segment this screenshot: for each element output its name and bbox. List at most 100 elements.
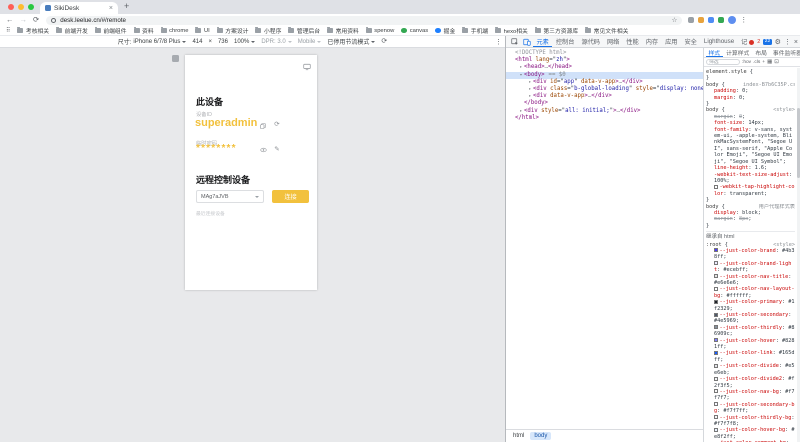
extension-icon[interactable]	[688, 17, 694, 23]
back-icon[interactable]: ←	[6, 16, 14, 24]
bookmark-item[interactable]: 掘金	[435, 26, 455, 35]
refresh-id-icon[interactable]: ⟳	[273, 121, 281, 129]
css-property[interactable]: --just-color-secondary-bg: #f7f7ff;	[706, 402, 795, 415]
dom-tree-row[interactable]: </body>	[506, 100, 703, 107]
dom-tree-row[interactable]: ▾<body>== $0	[506, 72, 703, 79]
color-swatch[interactable]	[714, 389, 718, 393]
styles-tab[interactable]: 事件监听器	[770, 48, 800, 58]
css-property[interactable]: --just-color-primary: #1f2329;	[706, 299, 795, 312]
color-swatch[interactable]	[714, 300, 718, 304]
css-property[interactable]: --just-color-brand: #4b38ff;	[706, 248, 795, 261]
color-swatch[interactable]	[714, 415, 718, 419]
devtools-tab[interactable]: 网络	[604, 36, 623, 48]
css-property[interactable]: --just-color-nav-title: #e6e6e6;	[706, 274, 795, 287]
bookmark-item[interactable]: 考核相关	[17, 26, 49, 35]
styles-filter-input[interactable]	[706, 59, 740, 66]
gear-icon[interactable]: ⚙	[775, 39, 781, 46]
device-select[interactable]: 尺寸: iPhone 6/7/8 Plus	[118, 37, 187, 46]
bookmark-item[interactable]: 管理后台	[288, 26, 320, 35]
url-text[interactable]: desk.leelue.cn/#/remote	[60, 17, 667, 24]
dom-tree-row[interactable]: ▸<head>…</head>	[506, 64, 703, 71]
css-property[interactable]: --just-color-divide: #e5e6eb;	[706, 363, 795, 376]
styles-tab[interactable]: 计算样式	[724, 48, 752, 58]
tab-close-icon[interactable]: ×	[109, 5, 113, 12]
css-property[interactable]: --just-color-brand-light: #ecebff;	[706, 261, 795, 274]
color-swatch[interactable]	[714, 377, 718, 381]
breadcrumb-html[interactable]: html	[509, 432, 528, 440]
floating-widget[interactable]	[172, 55, 179, 62]
bookmark-item[interactable]: spenow	[366, 28, 394, 34]
devtools-tab[interactable]: 内存	[642, 36, 661, 48]
color-swatch[interactable]	[714, 287, 718, 291]
bookmark-item[interactable]: 第三方资源库	[535, 26, 578, 35]
site-info-icon[interactable]	[51, 18, 56, 23]
extension-icon[interactable]	[708, 17, 714, 23]
color-swatch[interactable]	[714, 428, 718, 432]
css-property[interactable]: --just-color-nav-bg: #f7f7f7;	[706, 389, 795, 402]
hover-toggle[interactable]: :hov	[742, 60, 751, 65]
monitor-icon[interactable]	[303, 63, 311, 71]
dom-tree-row[interactable]: ▸<div style="all: initial;">…</div>	[506, 108, 703, 115]
browser-tab[interactable]: SikiDesk ×	[40, 2, 118, 14]
styles-tab[interactable]: 布局	[753, 48, 770, 58]
bookmark-item[interactable]: canvas	[401, 28, 428, 34]
rotate-icon[interactable]: ⟳	[381, 38, 387, 45]
dom-tree-row[interactable]: ▸<div class="b-global-loading" style="di…	[506, 86, 703, 93]
bookmark-item[interactable]: 小程序	[255, 26, 281, 35]
dom-tree-row[interactable]: ▸<div id="app" data-v-app>…</div>	[506, 79, 703, 86]
color-swatch[interactable]	[714, 274, 718, 278]
close-window-button[interactable]	[8, 4, 14, 10]
devtools-tab[interactable]: 性能	[623, 36, 642, 48]
grid-icon[interactable]: ▦	[767, 59, 772, 65]
color-swatch[interactable]	[714, 351, 718, 355]
stylesheet-link[interactable]: <style>	[773, 242, 795, 248]
browser-menu-icon[interactable]: ⋮	[740, 16, 747, 24]
error-count[interactable]: 2	[757, 39, 760, 45]
fullscreen-window-button[interactable]	[28, 4, 34, 10]
stylesheet-link[interactable]: <style>	[773, 107, 795, 113]
viewport-height-field[interactable]: 736	[218, 39, 228, 45]
bookmark-item[interactable]: 前端开发	[56, 26, 88, 35]
class-toggle[interactable]: .cls	[753, 60, 760, 65]
bookmark-item[interactable]: 手机端	[462, 26, 488, 35]
dom-tree-row[interactable]: </html>	[506, 115, 703, 122]
eye-icon[interactable]	[259, 146, 267, 154]
error-badge-icon[interactable]	[749, 40, 754, 45]
new-rule-button[interactable]: +	[762, 60, 765, 65]
styles-tab[interactable]: 样式	[706, 48, 723, 58]
inspect-icon[interactable]	[509, 36, 520, 47]
devtools-tab[interactable]: Lighthouse	[700, 36, 737, 48]
minimize-window-button[interactable]	[18, 4, 24, 10]
device-toolbar-menu-icon[interactable]: ⋮	[495, 38, 502, 46]
copy-icon[interactable]	[259, 122, 267, 130]
color-swatch[interactable]	[714, 325, 718, 329]
extension-icon[interactable]	[698, 17, 704, 23]
color-swatch[interactable]	[714, 364, 718, 368]
zoom-select[interactable]: 100%	[234, 39, 255, 45]
devtools-menu-icon[interactable]: ⋮	[784, 39, 791, 46]
dom-tree-row[interactable]: ▸<div data-v-app>…</div>	[506, 93, 703, 100]
device-toolbar-toggle-icon[interactable]	[521, 36, 532, 47]
css-property[interactable]: --just-color-secondary: #4e5969;	[706, 312, 795, 325]
throttling-select[interactable]: 已停用节流模式	[327, 37, 375, 46]
devtools-tab[interactable]: 应用	[662, 36, 681, 48]
color-swatch[interactable]	[714, 402, 718, 406]
profile-avatar[interactable]	[728, 16, 736, 24]
issues-badge[interactable]: 22	[763, 39, 771, 45]
edit-icon[interactable]: ✎	[273, 146, 281, 154]
close-icon[interactable]: ×	[794, 39, 798, 46]
color-swatch[interactable]	[714, 313, 718, 317]
bookmark-item[interactable]: hexo相关	[495, 26, 528, 35]
css-property[interactable]: --just-color-hover-bg: #e8f2ff;	[706, 427, 795, 440]
bookmark-item[interactable]: 常见文件相关	[585, 26, 628, 35]
forward-icon[interactable]: →	[20, 16, 28, 24]
connect-button[interactable]: 连接	[272, 190, 309, 203]
css-property[interactable]: font-family: v-sans, system-ui, -apple-s…	[706, 127, 795, 165]
new-tab-button[interactable]: +	[124, 1, 129, 11]
dom-tree-row[interactable]: <!DOCTYPE html>	[506, 50, 703, 57]
devtools-tab[interactable]: 控制台	[552, 36, 578, 48]
color-swatch[interactable]	[714, 185, 718, 189]
bookmark-item[interactable]: UI	[195, 28, 209, 34]
stylesheet-link[interactable]: 用户代理样式表	[759, 204, 795, 210]
devtools-tab[interactable]: 安全	[681, 36, 700, 48]
